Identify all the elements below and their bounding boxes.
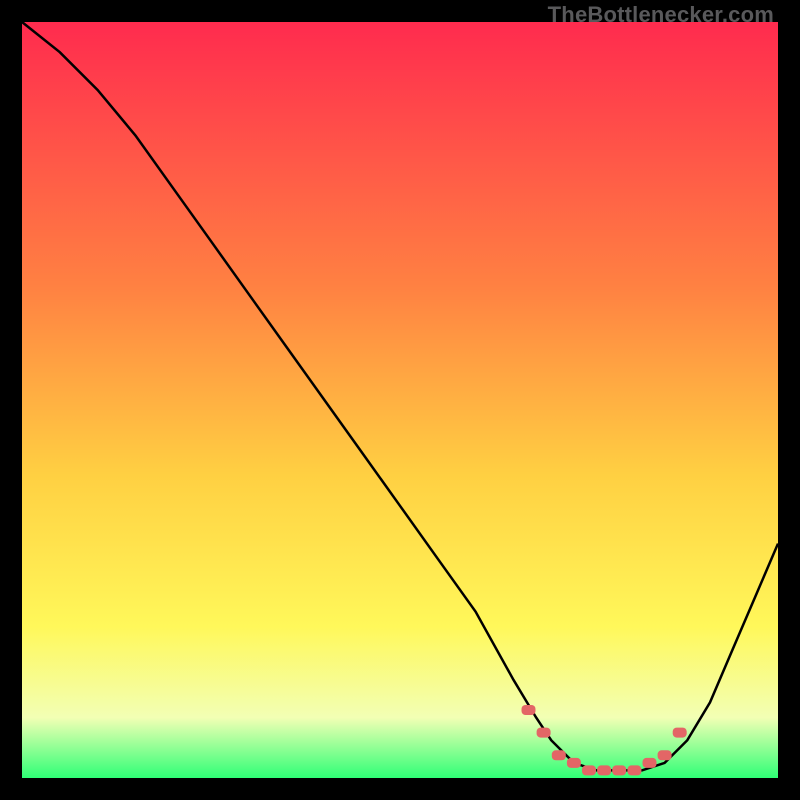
marker-dot (522, 705, 536, 715)
marker-dot (537, 728, 551, 738)
marker-dot (552, 750, 566, 760)
marker-dot (597, 765, 611, 775)
marker-dot (582, 765, 596, 775)
watermark-text: TheBottlenecker.com (548, 2, 774, 28)
marker-dot (627, 765, 641, 775)
marker-dot (643, 758, 657, 768)
marker-dot (567, 758, 581, 768)
marker-dot (658, 750, 672, 760)
marker-dot (612, 765, 626, 775)
marker-dot (673, 728, 687, 738)
chart-svg (22, 22, 778, 778)
